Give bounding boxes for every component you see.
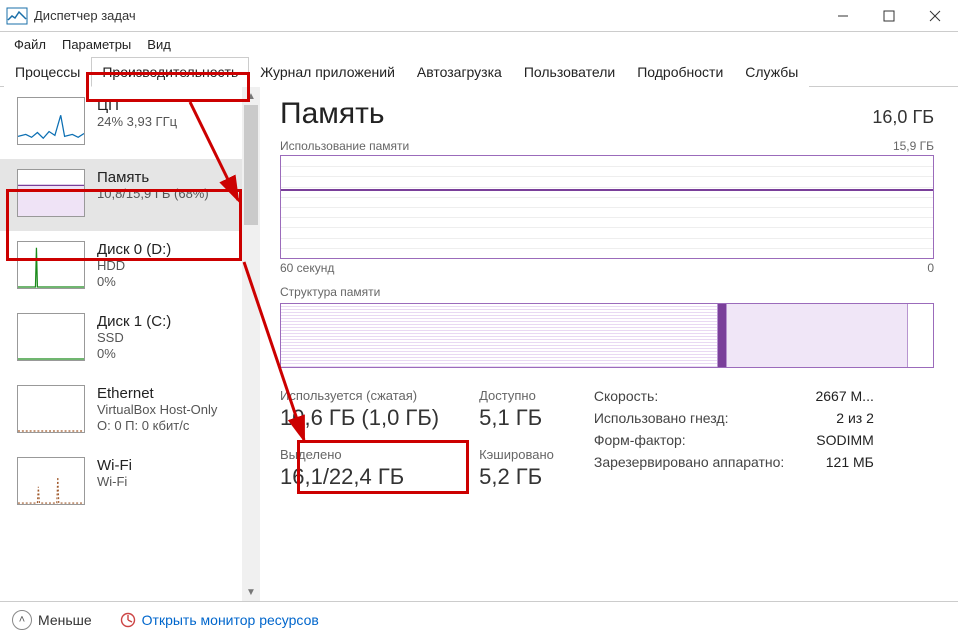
stat-cached: Кэшировано 5,2 ГБ <box>479 447 554 490</box>
disk0-thumb <box>17 241 85 289</box>
fewer-details-label: Меньше <box>38 612 92 628</box>
sidebar-item-sub2: 0% <box>97 274 171 290</box>
stat-available: Доступно 5,1 ГБ <box>479 388 554 431</box>
usage-line <box>281 189 933 191</box>
footer: ˄ Меньше Открыть монитор ресурсов <box>0 601 958 637</box>
disk1-thumb <box>17 313 85 361</box>
tab-startup[interactable]: Автозагрузка <box>406 57 513 87</box>
detail-total: 16,0 ГБ <box>872 107 934 128</box>
usage-label-left: Использование памяти <box>280 139 409 153</box>
tab-users[interactable]: Пользователи <box>513 57 626 87</box>
sidebar-item-sub2: О: 0 П: 0 кбит/с <box>97 418 217 434</box>
struct-chart <box>280 303 934 368</box>
stat-committed: Выделено 16,1/22,4 ГБ <box>280 447 439 490</box>
struct-seg-standby <box>726 304 909 367</box>
sidebar-scrollbar[interactable]: ▲ ▼ <box>242 87 260 601</box>
stat-cached-label: Кэшировано <box>479 447 554 462</box>
open-resource-monitor-link[interactable]: Открыть монитор ресурсов <box>120 612 319 628</box>
sidebar-item-label: Диск 0 (D:) <box>97 241 171 258</box>
scroll-thumb[interactable] <box>244 105 258 225</box>
ethernet-thumb <box>17 385 85 433</box>
fewer-details-button[interactable]: ˄ Меньше <box>12 610 92 630</box>
sidebar-item-label: Память <box>97 169 209 186</box>
menu-view[interactable]: Вид <box>139 35 179 54</box>
detail-title: Память <box>280 97 385 131</box>
detail-panel: Память 16,0 ГБ Использование памяти 15,9… <box>260 87 958 601</box>
tabs: Процессы Производительность Журнал прило… <box>0 56 958 87</box>
kv-list: Скорость: 2667 М... Использовано гнезд: … <box>594 388 874 490</box>
stat-used-value: 10,6 ГБ (1,0 ГБ) <box>280 405 439 431</box>
scroll-up-arrow[interactable]: ▲ <box>242 87 260 105</box>
monitor-icon <box>120 612 136 628</box>
sidebar-item-memory[interactable]: Память 10,8/15,9 ГБ (68%) <box>0 159 242 231</box>
usage-chart <box>280 155 934 259</box>
sidebar-item-cpu[interactable]: ЦП 24% 3,93 ГГц <box>0 87 242 159</box>
sidebar-item-sub: Wi-Fi <box>97 474 132 490</box>
sidebar-item-sub2: 0% <box>97 346 171 362</box>
kv-slots: Использовано гнезд: 2 из 2 <box>594 410 874 426</box>
memory-thumb <box>17 169 85 217</box>
open-resource-monitor-label: Открыть монитор ресурсов <box>142 612 319 628</box>
sidebar-item-sub: HDD <box>97 258 171 274</box>
struct-seg-free <box>908 304 933 367</box>
menubar: Файл Параметры Вид <box>0 32 958 56</box>
sidebar: ЦП 24% 3,93 ГГц Память 10,8/15,9 ГБ (68%… <box>0 87 260 601</box>
struct-label: Структура памяти <box>280 285 934 299</box>
axis-left: 60 секунд <box>280 261 334 275</box>
maximize-button[interactable] <box>866 0 912 32</box>
cpu-thumb <box>17 97 85 145</box>
kv-speed: Скорость: 2667 М... <box>594 388 874 404</box>
kv-reserved: Зарезервировано аппаратно: 121 МБ <box>594 454 874 470</box>
tab-services[interactable]: Службы <box>734 57 809 87</box>
usage-label-right: 15,9 ГБ <box>893 139 934 153</box>
stat-committed-value: 16,1/22,4 ГБ <box>280 464 439 490</box>
kv-form: Форм-фактор: SODIMM <box>594 432 874 448</box>
sidebar-item-label: Ethernet <box>97 385 217 402</box>
tab-app-history[interactable]: Журнал приложений <box>249 57 406 87</box>
chevron-up-icon: ˄ <box>12 610 32 630</box>
minimize-button[interactable] <box>820 0 866 32</box>
titlebar: Диспетчер задач <box>0 0 958 32</box>
sidebar-item-label: Wi-Fi <box>97 457 132 474</box>
stat-available-value: 5,1 ГБ <box>479 405 554 431</box>
stat-available-label: Доступно <box>479 388 554 403</box>
sidebar-item-sub: SSD <box>97 330 171 346</box>
sidebar-item-wifi[interactable]: Wi-Fi Wi-Fi <box>0 447 242 519</box>
sidebar-item-sub: 24% 3,93 ГГц <box>97 114 177 130</box>
sidebar-item-disk-1[interactable]: Диск 1 (C:) SSD 0% <box>0 303 242 375</box>
sidebar-item-sub: 10,8/15,9 ГБ (68%) <box>97 186 209 202</box>
app-icon <box>6 5 28 27</box>
sidebar-item-ethernet[interactable]: Ethernet VirtualBox Host-Only О: 0 П: 0 … <box>0 375 242 447</box>
stat-used-label: Используется (сжатая) <box>280 388 439 403</box>
scroll-down-arrow[interactable]: ▼ <box>242 583 260 601</box>
struct-seg-modified <box>718 304 726 367</box>
window-controls <box>820 0 958 32</box>
sidebar-item-disk-0[interactable]: Диск 0 (D:) HDD 0% <box>0 231 242 303</box>
stats: Используется (сжатая) 10,6 ГБ (1,0 ГБ) В… <box>280 388 934 490</box>
sidebar-item-sub: VirtualBox Host-Only <box>97 402 217 418</box>
axis-right: 0 <box>927 261 934 275</box>
sidebar-item-label: ЦП <box>97 97 177 114</box>
menu-file[interactable]: Файл <box>6 35 54 54</box>
stat-cached-value: 5,2 ГБ <box>479 464 554 490</box>
wifi-thumb <box>17 457 85 505</box>
stat-used: Используется (сжатая) 10,6 ГБ (1,0 ГБ) <box>280 388 439 431</box>
tab-performance[interactable]: Производительность <box>91 57 249 87</box>
tab-processes[interactable]: Процессы <box>4 57 91 87</box>
stat-committed-label: Выделено <box>280 447 439 462</box>
sidebar-item-label: Диск 1 (C:) <box>97 313 171 330</box>
close-button[interactable] <box>912 0 958 32</box>
tab-details[interactable]: Подробности <box>626 57 734 87</box>
window-title: Диспетчер задач <box>34 8 820 23</box>
struct-seg-used <box>281 304 718 367</box>
content: ЦП 24% 3,93 ГГц Память 10,8/15,9 ГБ (68%… <box>0 87 958 601</box>
menu-options[interactable]: Параметры <box>54 35 139 54</box>
